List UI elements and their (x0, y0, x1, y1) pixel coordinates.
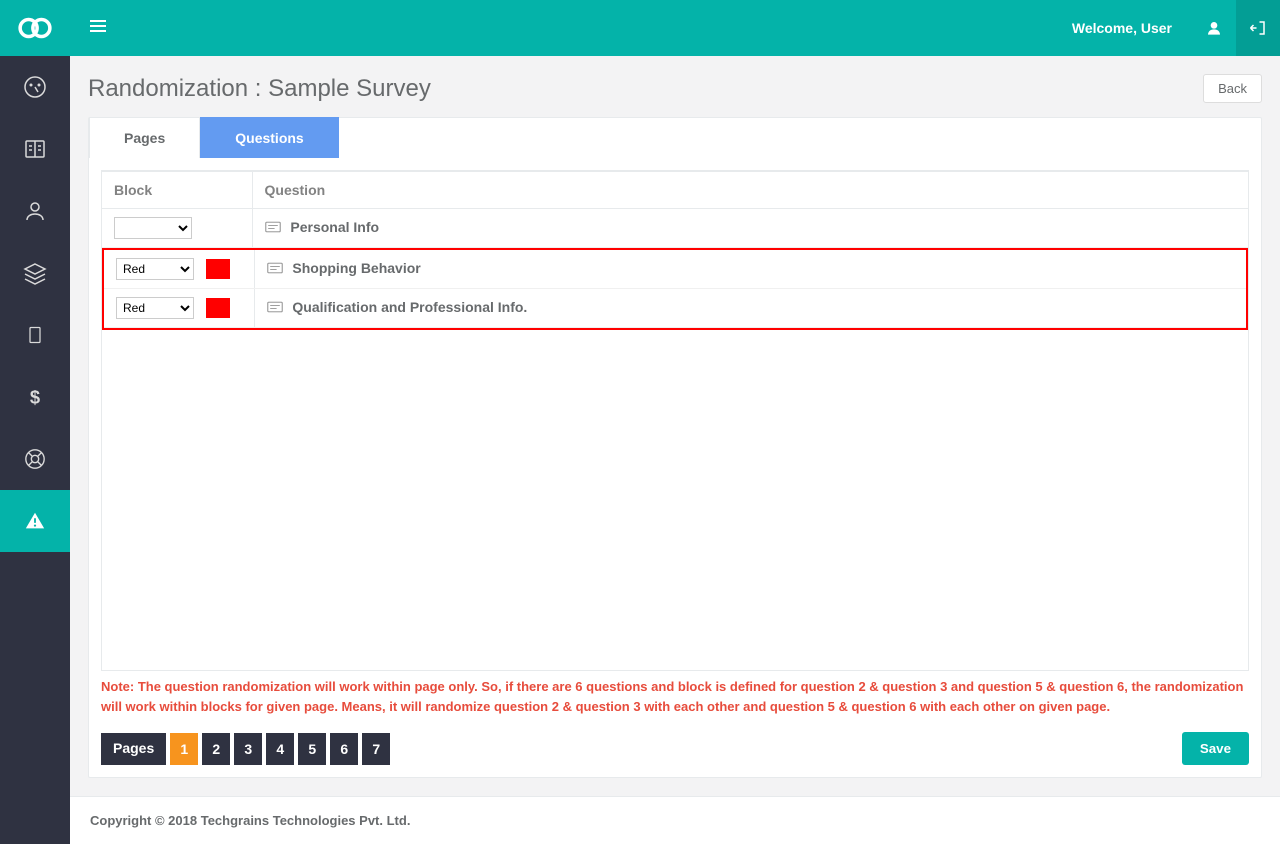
th-block: Block (102, 172, 252, 209)
note-text: Note: The question randomization will wo… (101, 677, 1249, 716)
profile-button[interactable] (1192, 0, 1236, 56)
logout-button[interactable] (1236, 0, 1280, 56)
sidebar: $ (0, 0, 70, 844)
table-row: Red Shopping Behavior (104, 250, 1246, 289)
pager-page-2[interactable]: 2 (202, 733, 230, 765)
save-button[interactable]: Save (1182, 732, 1249, 765)
question-icon (267, 300, 283, 317)
block-select-1[interactable]: Red (116, 258, 194, 280)
th-question: Question (252, 172, 1248, 209)
pager-page-1[interactable]: 1 (170, 733, 198, 765)
highlighted-rows: Red Shopping Behavior (102, 248, 1248, 330)
nav-alerts[interactable] (0, 490, 70, 552)
question-icon (267, 261, 283, 278)
question-text: Personal Info (290, 219, 379, 235)
block-select-2[interactable]: Red (116, 297, 194, 319)
pager-page-7[interactable]: 7 (362, 733, 390, 765)
welcome-text: Welcome, User (1072, 20, 1172, 36)
logo-icon (18, 16, 52, 40)
back-button[interactable]: Back (1203, 74, 1262, 103)
nav-billing[interactable]: $ (0, 366, 70, 428)
block-select-0[interactable] (114, 217, 192, 239)
layers-icon (23, 261, 47, 285)
pager: Pages 1 2 3 4 5 6 7 (101, 733, 390, 765)
tablet-icon (25, 325, 45, 345)
color-swatch-red (206, 298, 230, 318)
nav-layers[interactable] (0, 242, 70, 304)
user-icon (23, 199, 47, 223)
tab-questions[interactable]: Questions (200, 117, 338, 158)
menu-toggle[interactable] (90, 19, 106, 38)
book-icon (23, 137, 47, 161)
nav-support[interactable] (0, 428, 70, 490)
table-row: Personal Info (102, 209, 1248, 248)
pager-page-3[interactable]: 3 (234, 733, 262, 765)
dollar-icon: $ (24, 386, 46, 408)
nav-pages[interactable] (0, 118, 70, 180)
nav-device[interactable] (0, 304, 70, 366)
topbar: Welcome, User (70, 0, 1280, 56)
logo[interactable] (0, 0, 70, 56)
pager-label: Pages (101, 733, 166, 765)
hamburger-icon (90, 19, 106, 33)
nav-users[interactable] (0, 180, 70, 242)
pager-page-4[interactable]: 4 (266, 733, 294, 765)
nav-dashboard[interactable] (0, 56, 70, 118)
page-title: Randomization : Sample Survey (88, 75, 431, 103)
footer-text: Copyright © 2018 Techgrains Technologies… (70, 796, 1280, 844)
question-text: Qualification and Professional Info. (292, 299, 527, 315)
svg-text:$: $ (30, 386, 40, 407)
logout-icon (1249, 19, 1267, 37)
table-row: Red Qualification and Professional (104, 289, 1246, 328)
dashboard-icon (23, 75, 47, 99)
user-icon (1206, 20, 1222, 36)
pager-page-5[interactable]: 5 (298, 733, 326, 765)
question-text: Shopping Behavior (292, 260, 420, 276)
tab-pages[interactable]: Pages (89, 117, 200, 158)
lifebuoy-icon (24, 448, 46, 470)
alert-icon (24, 510, 46, 532)
question-icon (265, 220, 281, 237)
pager-page-6[interactable]: 6 (330, 733, 358, 765)
color-swatch-red (206, 259, 230, 279)
